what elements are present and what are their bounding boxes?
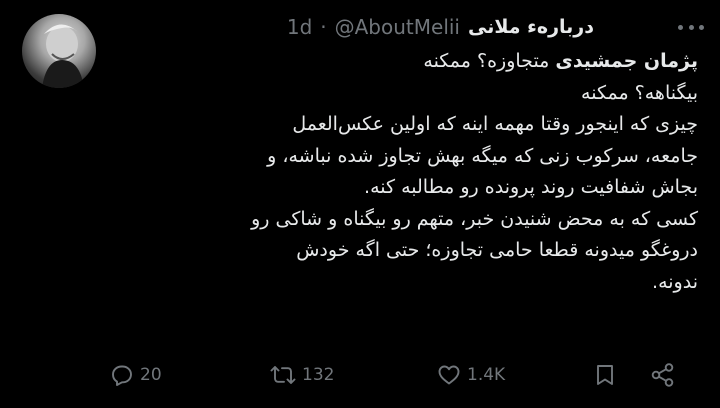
bookmark-icon	[597, 365, 613, 385]
tweet-line: ندونه.	[652, 270, 698, 293]
like-button[interactable]: 1.4K	[437, 358, 505, 392]
retweet-count: 132	[302, 365, 335, 385]
action-bar: 20 132 1.4K	[0, 358, 720, 392]
display-name[interactable]: درباره‌ء ملانی	[468, 16, 594, 38]
tweet-time[interactable]: 1d	[287, 15, 312, 39]
bookmark-button[interactable]	[594, 358, 616, 392]
reply-count: 20	[140, 365, 162, 385]
tweet-text: پژمان جمشیدی متجاوزه؟ ممکنه بیگناهه؟ ممک…	[138, 46, 698, 298]
mention-name: پژمان جمشیدی	[555, 50, 698, 72]
avatar-image	[42, 24, 84, 88]
tweet-line: بجاش شفافیت روند پرونده رو مطالبه کنه.	[364, 176, 698, 198]
user-handle[interactable]: @AboutMelii	[335, 15, 460, 39]
tweet-line-text: متجاوزه؟ ممکنه	[423, 50, 550, 72]
separator-dot: ·	[320, 15, 327, 39]
tweet-line: بیگناهه؟ ممکنه	[581, 81, 698, 104]
more-icon[interactable]	[678, 16, 704, 38]
tweet-line: کسی که به محض شنیدن خبر، متهم رو بیگناه …	[251, 207, 698, 230]
reply-button[interactable]: 20	[110, 358, 162, 392]
tweet[interactable]: درباره‌ء ملانی @AboutMelii · 1d پژمان جم…	[0, 0, 720, 408]
retweet-icon	[270, 366, 296, 384]
tweet-line: پژمان جمشیدی متجاوزه؟ ممکنه	[138, 46, 698, 78]
like-count: 1.4K	[467, 365, 506, 385]
share-button[interactable]	[650, 358, 676, 392]
share-icon	[651, 363, 674, 387]
tweet-line: دروغگو میدونه قطعا حامی تجاوزه؛ حتی اگه …	[296, 239, 698, 261]
heart-icon	[438, 365, 460, 385]
tweet-line: جامعه، سرکوب زنی که میگه بهش تجاوز شده ن…	[267, 144, 698, 167]
avatar[interactable]	[22, 14, 96, 88]
tweet-line: چیزی که اینجور وقتا مهمه اینه که اولین ع…	[292, 113, 698, 135]
retweet-button[interactable]: 132	[270, 358, 334, 392]
tweet-header: درباره‌ء ملانی @AboutMelii · 1d	[287, 12, 594, 42]
reply-icon	[112, 365, 132, 386]
